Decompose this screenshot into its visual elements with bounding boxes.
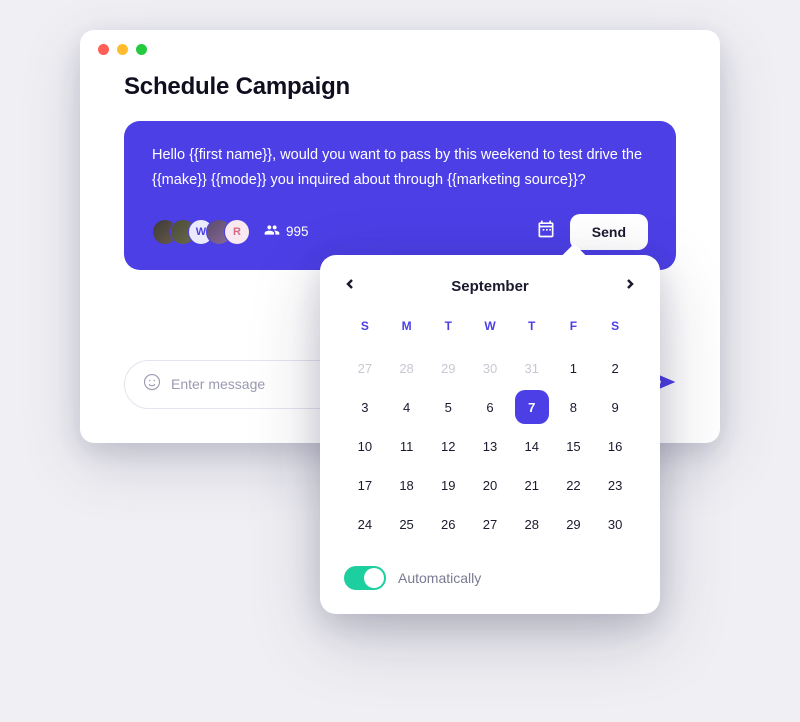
chevron-left-icon[interactable] (344, 277, 356, 295)
minimize-icon[interactable] (117, 44, 128, 55)
calendar-day[interactable]: 27 (469, 507, 511, 542)
day-of-week: S (344, 311, 386, 347)
calendar-day[interactable]: 21 (511, 468, 553, 503)
calendar-day[interactable]: 14 (511, 429, 553, 464)
recipient-count: 995 (264, 222, 309, 241)
calendar-day[interactable]: 15 (553, 429, 595, 464)
day-of-week: T (511, 311, 553, 347)
calendar-day[interactable]: 28 (511, 507, 553, 542)
calendar-day-selected[interactable]: 7 (515, 390, 549, 424)
avatar: R (224, 219, 250, 245)
calendar-day[interactable]: 6 (469, 390, 511, 425)
calendar-day[interactable]: 5 (427, 390, 469, 425)
day-of-week: M (386, 311, 428, 347)
calendar-day-prev-month[interactable]: 28 (386, 351, 428, 386)
calendar-day[interactable]: 20 (469, 468, 511, 503)
page-title: Schedule Campaign (80, 65, 720, 121)
send-button[interactable]: Send (570, 214, 648, 250)
count-value: 995 (286, 224, 309, 239)
calendar-day[interactable]: 16 (594, 429, 636, 464)
calendar-day[interactable]: 10 (344, 429, 386, 464)
emoji-icon[interactable] (143, 373, 161, 396)
automatically-row: Automatically (344, 560, 636, 590)
calendar-day[interactable]: 1 (553, 351, 595, 386)
calendar-day[interactable]: 4 (386, 390, 428, 425)
calendar-day[interactable]: 9 (594, 390, 636, 425)
calendar-day[interactable]: 29 (553, 507, 595, 542)
campaign-card: Hello {{first name}}, would you want to … (124, 121, 676, 270)
day-of-week: F (553, 311, 595, 347)
campaign-message: Hello {{first name}}, would you want to … (152, 143, 648, 194)
calendar-day-prev-month[interactable]: 31 (511, 351, 553, 386)
maximize-icon[interactable] (136, 44, 147, 55)
month-label: September (451, 278, 529, 295)
calendar-day-prev-month[interactable]: 29 (427, 351, 469, 386)
calendar-day[interactable]: 11 (386, 429, 428, 464)
day-of-week: T (427, 311, 469, 347)
calendar-day[interactable]: 25 (386, 507, 428, 542)
calendar-day[interactable]: 13 (469, 429, 511, 464)
recipient-avatars: W R (152, 219, 250, 245)
calendar-day-prev-month[interactable]: 27 (344, 351, 386, 386)
day-of-week: W (469, 311, 511, 347)
chevron-right-icon[interactable] (624, 277, 636, 295)
day-of-week: S (594, 311, 636, 347)
calendar-day[interactable]: 23 (594, 468, 636, 503)
calendar-day[interactable]: 18 (386, 468, 428, 503)
calendar-day[interactable]: 26 (427, 507, 469, 542)
automatically-toggle[interactable] (344, 566, 386, 590)
calendar-day[interactable]: 12 (427, 429, 469, 464)
people-icon (264, 222, 280, 241)
calendar-day[interactable]: 22 (553, 468, 595, 503)
calendar-icon[interactable] (536, 219, 556, 244)
calendar-popover: September SMTWTFS27282930311234567891011… (320, 255, 660, 614)
app-window: Schedule Campaign Hello {{first name}}, … (80, 30, 720, 443)
calendar-day[interactable]: 30 (594, 507, 636, 542)
calendar-day-prev-month[interactable]: 30 (469, 351, 511, 386)
calendar-grid: SMTWTFS272829303112345678910111213141516… (344, 311, 636, 542)
calendar-header: September (344, 277, 636, 295)
calendar-day[interactable]: 17 (344, 468, 386, 503)
calendar-day[interactable]: 3 (344, 390, 386, 425)
calendar-day[interactable]: 24 (344, 507, 386, 542)
toggle-label: Automatically (398, 570, 481, 586)
close-icon[interactable] (98, 44, 109, 55)
calendar-day[interactable]: 8 (553, 390, 595, 425)
titlebar (80, 30, 720, 65)
calendar-day[interactable]: 19 (427, 468, 469, 503)
calendar-day[interactable]: 2 (594, 351, 636, 386)
